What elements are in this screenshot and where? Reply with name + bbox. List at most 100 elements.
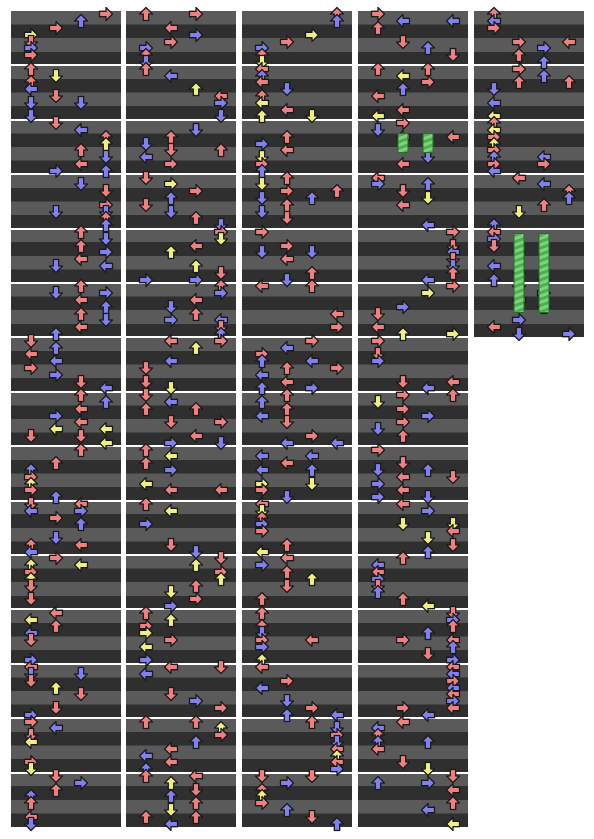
left-arrow-icon (98, 435, 114, 450)
left-arrow-icon (163, 755, 179, 770)
down-arrow-icon (188, 544, 204, 559)
down-arrow-icon (73, 666, 89, 682)
measure-divider (11, 282, 121, 284)
left-arrow-icon (163, 660, 179, 675)
up-arrow-icon (23, 796, 39, 811)
up-arrow-icon (213, 143, 229, 158)
left-arrow-icon (98, 258, 114, 274)
up-arrow-icon (279, 197, 295, 212)
left-arrow-icon (254, 462, 270, 478)
up-arrow-icon (279, 802, 295, 818)
down-arrow-icon (420, 490, 436, 505)
left-arrow-icon (561, 34, 577, 49)
left-arrow-icon (73, 415, 89, 430)
down-arrow-icon (23, 632, 39, 648)
up-arrow-icon (48, 619, 64, 634)
down-arrow-icon (23, 592, 39, 607)
down-arrow-icon (48, 530, 64, 546)
right-arrow-icon (370, 490, 386, 505)
down-arrow-icon (395, 184, 411, 199)
up-arrow-icon (420, 626, 436, 641)
up-arrow-icon (98, 136, 114, 151)
up-arrow-icon (304, 714, 320, 729)
right-arrow-icon (48, 408, 64, 423)
up-arrow-icon (98, 394, 114, 410)
left-arrow-icon (254, 680, 270, 695)
up-arrow-icon (536, 197, 552, 212)
right-arrow-icon (48, 367, 64, 382)
down-arrow-icon (304, 768, 320, 784)
hold-note-icon (538, 233, 550, 313)
down-arrow-icon (395, 34, 411, 49)
up-arrow-icon (188, 734, 204, 750)
left-arrow-icon (48, 422, 64, 437)
left-arrow-icon (254, 544, 270, 559)
up-arrow-icon (48, 782, 64, 797)
up-arrow-icon (370, 775, 386, 790)
left-arrow-icon (486, 320, 502, 335)
down-arrow-icon (163, 204, 179, 219)
down-arrow-icon (445, 48, 461, 63)
right-arrow-icon (279, 34, 295, 49)
left-arrow-icon (395, 714, 411, 729)
chart-page: { "chart": { "columns": 5, "measure_coun… (0, 0, 594, 839)
right-arrow-icon (23, 483, 39, 498)
left-arrow-icon (73, 558, 89, 573)
down-arrow-icon (73, 177, 89, 192)
right-arrow-icon (163, 598, 179, 614)
down-arrow-icon (23, 333, 39, 348)
down-arrow-icon (254, 190, 270, 206)
up-arrow-icon (73, 279, 89, 294)
left-arrow-icon (138, 476, 154, 491)
right-arrow-icon (304, 27, 320, 42)
up-arrow-icon (73, 306, 89, 321)
right-arrow-icon (213, 95, 229, 110)
up-arrow-icon (561, 190, 577, 206)
down-arrow-icon (395, 517, 411, 532)
measure-divider (358, 554, 468, 556)
right-arrow-icon (420, 408, 436, 423)
up-arrow-icon (511, 75, 527, 90)
down-arrow-icon (254, 204, 270, 219)
left-arrow-icon (163, 449, 179, 464)
right-arrow-icon (188, 27, 204, 42)
left-arrow-icon (329, 435, 345, 450)
right-arrow-icon (329, 762, 345, 777)
up-arrow-icon (138, 401, 154, 416)
down-arrow-icon (254, 768, 270, 784)
left-arrow-icon (254, 408, 270, 423)
down-arrow-icon (163, 299, 179, 314)
left-arrow-icon (445, 14, 461, 29)
up-arrow-icon (188, 306, 204, 321)
right-arrow-icon (395, 116, 411, 131)
down-arrow-icon (98, 313, 114, 328)
right-arrow-icon (304, 428, 320, 444)
right-arrow-icon (511, 61, 527, 76)
left-arrow-icon (395, 68, 411, 83)
up-arrow-icon (188, 258, 204, 274)
left-arrow-icon (163, 20, 179, 36)
right-arrow-icon (395, 700, 411, 716)
down-arrow-icon (395, 456, 411, 471)
down-arrow-icon (23, 816, 39, 831)
down-arrow-icon (98, 150, 114, 165)
up-arrow-icon (279, 388, 295, 403)
up-arrow-icon (73, 143, 89, 158)
right-arrow-icon (188, 272, 204, 287)
up-arrow-icon (48, 490, 64, 505)
up-arrow-icon (138, 605, 154, 620)
left-arrow-icon (395, 469, 411, 484)
up-arrow-icon (188, 211, 204, 226)
down-arrow-icon (48, 700, 64, 716)
up-arrow-icon (561, 75, 577, 90)
left-arrow-icon (536, 177, 552, 192)
left-arrow-icon (23, 82, 39, 97)
left-arrow-icon (420, 381, 436, 396)
down-arrow-icon (48, 68, 64, 83)
left-arrow-icon (163, 741, 179, 756)
right-arrow-icon (213, 700, 229, 716)
up-arrow-icon (329, 14, 345, 29)
down-arrow-icon (163, 381, 179, 396)
right-arrow-icon (98, 245, 114, 260)
down-arrow-icon (395, 755, 411, 770)
